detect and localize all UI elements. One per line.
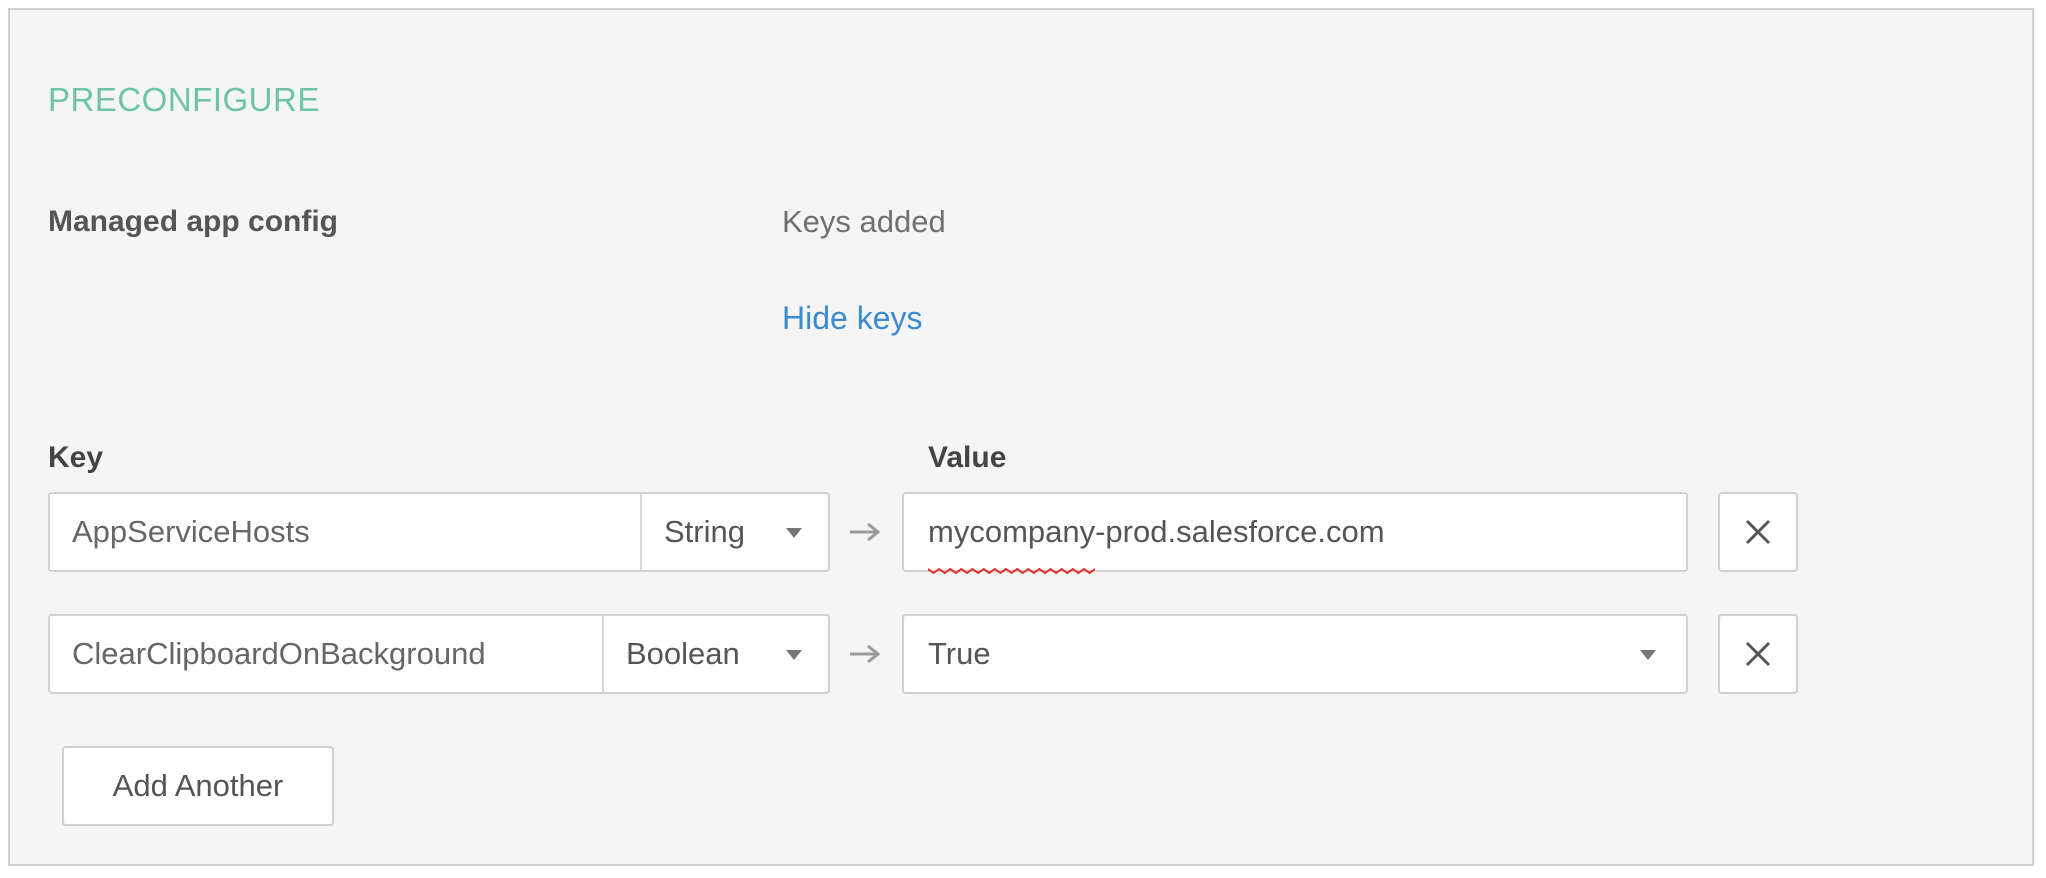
value-input-value: mycompany -prod.salesforce.com [928,494,1385,574]
key-column-header: Key [48,441,104,474]
arrow-right-icon [848,520,884,549]
key-input-value: AppServiceHosts [72,514,310,549]
preconfigure-panel: PRECONFIGURE Managed app config Keys add… [8,8,2034,866]
keys-status-text: Keys added [782,204,946,239]
value-input-row-1[interactable]: mycompany -prod.salesforce.com [902,492,1688,574]
remove-row-1-button[interactable] [1718,492,1798,572]
chevron-down-icon [786,528,802,538]
spellcheck-underline [928,568,1096,574]
value-select-row-2[interactable]: True [902,614,1688,694]
type-select-value: String [664,514,745,549]
key-input-row-1[interactable]: AppServiceHosts String [48,492,830,572]
misspelled-text: mycompany [928,514,1096,549]
value-select-value: True [928,636,991,671]
key-input-row-2[interactable]: ClearClipboardOnBackground Boolean [48,614,830,694]
hide-keys-link[interactable]: Hide keys [782,298,923,338]
chevron-down-icon [786,650,802,660]
add-another-button[interactable]: Add Another [62,746,334,826]
remove-row-2-button[interactable] [1718,614,1798,694]
arrow-right-icon [848,642,884,671]
section-title: PRECONFIGURE [48,81,320,118]
key-input-value: ClearClipboardOnBackground [72,636,486,671]
close-icon [1745,519,1771,545]
value-rest-text: -prod.salesforce.com [1095,514,1385,549]
misspelled-word: mycompany [928,494,1096,574]
value-column-header: Value [928,441,1007,474]
type-select-value: Boolean [626,636,740,671]
type-select-row-2[interactable]: Boolean [602,616,828,692]
close-icon [1745,641,1771,667]
managed-app-config-label: Managed app config [48,205,339,238]
chevron-down-icon [1640,650,1656,660]
type-select-row-1[interactable]: String [640,494,828,570]
